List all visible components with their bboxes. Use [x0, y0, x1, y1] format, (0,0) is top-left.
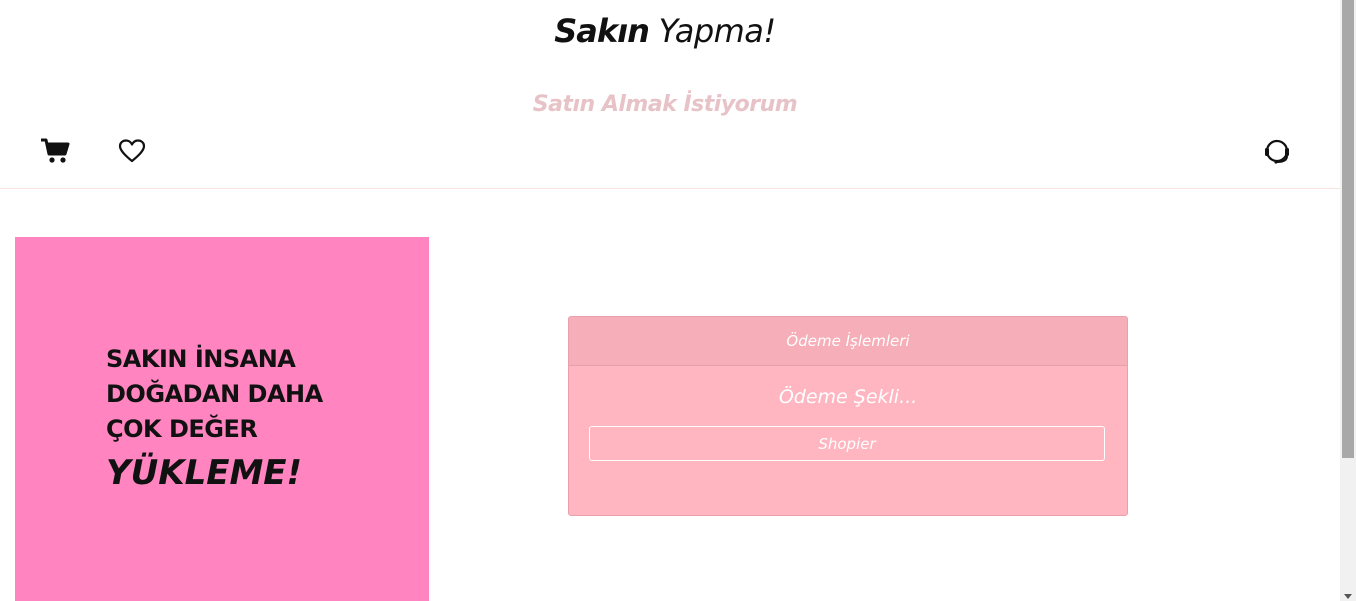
shopier-button[interactable]: Shopier	[589, 426, 1105, 461]
payment-card: Ödeme İşlemleri Ödeme Şekli... Shopier	[568, 316, 1128, 516]
tagline: Satın Almak İstiyorum	[532, 92, 798, 117]
headset-support-icon[interactable]	[1262, 136, 1292, 166]
header-divider	[0, 188, 1340, 189]
site-logo[interactable]: Sakın Yapma!	[0, 12, 1330, 50]
scroll-down-arrow-icon[interactable]	[1344, 594, 1352, 599]
promo-text: SAKIN İNSANA DOĞADAN DAHA ÇOK DEĞER YÜKL…	[106, 342, 323, 499]
promo-line-1: SAKIN İNSANA	[106, 345, 296, 373]
scrollbar-thumb[interactable]	[1342, 0, 1354, 458]
shopping-cart-icon[interactable]	[40, 136, 70, 166]
promo-emphasis: YÜKLEME!	[106, 453, 303, 493]
promo-line-2: DOĞADAN DAHA	[106, 380, 323, 408]
promo-line-3: ÇOK DEĞER	[106, 415, 258, 443]
brand-strong: Sakın	[554, 12, 650, 50]
vertical-scrollbar[interactable]	[1340, 0, 1356, 601]
payment-card-header: Ödeme İşlemleri	[569, 317, 1127, 366]
brand-rest: Yapma!	[658, 12, 777, 50]
promo-banner: SAKIN İNSANA DOĞADAN DAHA ÇOK DEĞER YÜKL…	[15, 237, 429, 601]
heart-icon[interactable]	[117, 136, 147, 166]
payment-method-title: Ödeme Şekli...	[778, 386, 918, 408]
page: Sakın Yapma! Satın Almak İstiyorum SAKIN…	[0, 0, 1340, 601]
